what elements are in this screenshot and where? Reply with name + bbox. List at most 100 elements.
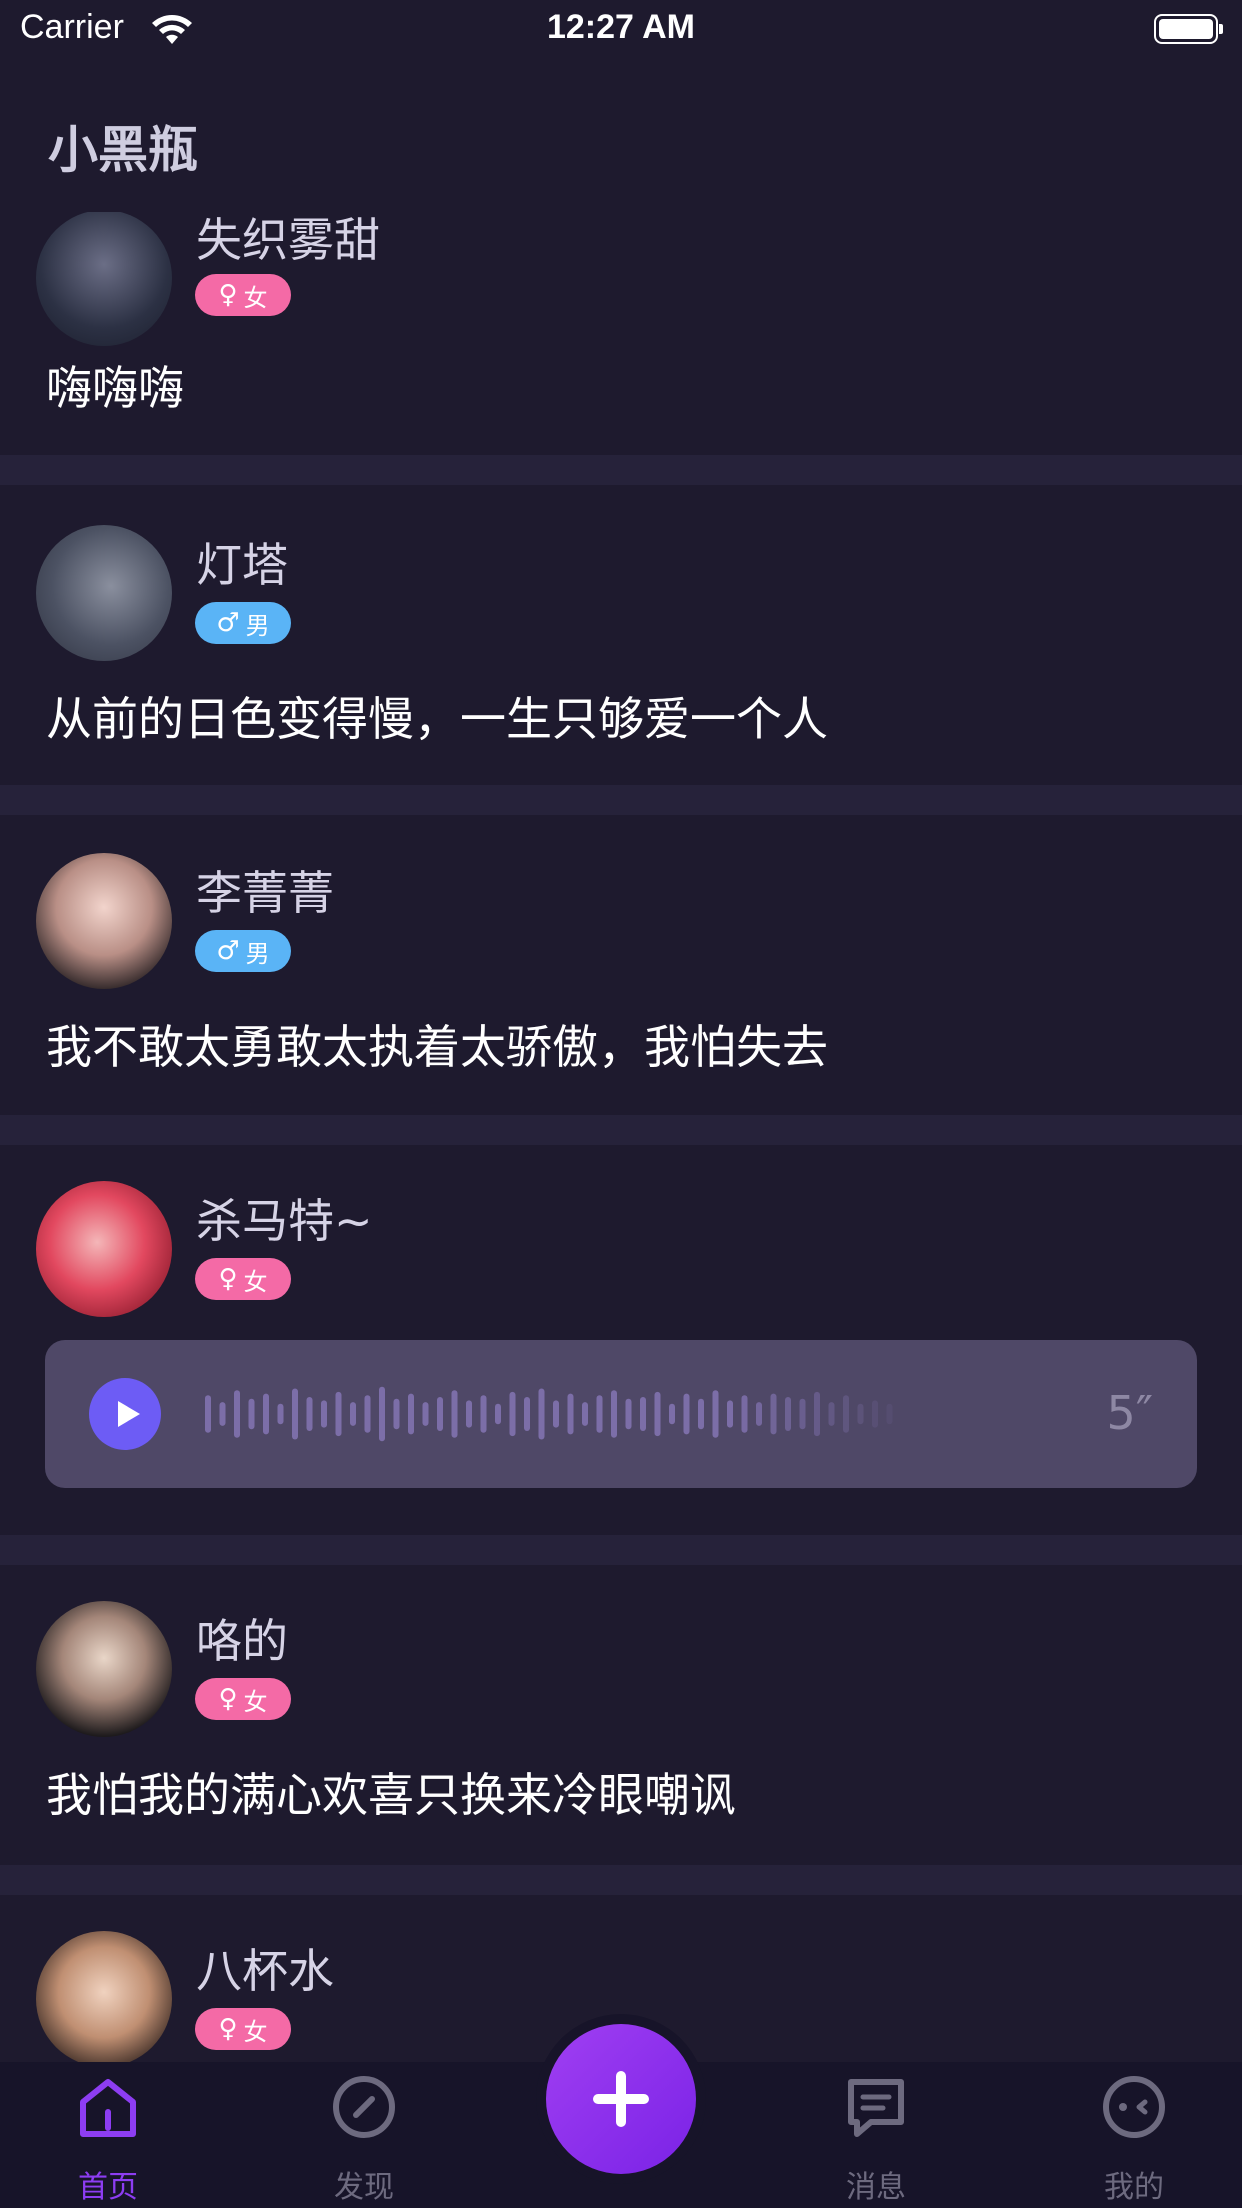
post-text: 我不敢太勇敢太执着太骄傲，我怕失去 xyxy=(46,1020,828,1074)
waveform-bar xyxy=(886,1403,893,1425)
clock: 12:27 AM xyxy=(546,8,696,46)
divider xyxy=(0,1115,1242,1145)
username[interactable]: 失织雾甜 xyxy=(196,204,380,270)
female-icon: ♀ xyxy=(218,2014,238,2044)
female-icon: ♀ xyxy=(218,280,238,310)
waveform xyxy=(205,1386,893,1442)
waveform-bar xyxy=(611,1390,617,1438)
voice-duration: 5″ xyxy=(1106,1386,1153,1440)
waveform-bar xyxy=(219,1402,226,1426)
gender-badge: ♀ 女 xyxy=(195,2008,291,2050)
waveform-bar xyxy=(509,1391,516,1437)
plus-icon xyxy=(593,2071,649,2127)
gender-label: 女 xyxy=(243,283,268,312)
battery-icon xyxy=(1154,14,1223,44)
post-feed[interactable]: 失织雾甜 ♀ 女 嗨嗨嗨 灯塔 ♂ 男 从前的日色变得慢，一生只够爱一个人 李菁… xyxy=(0,0,1242,2208)
waveform-bar xyxy=(872,1400,878,1428)
voice-message[interactable]: 5″ xyxy=(45,1340,1197,1488)
tab-messages[interactable]: 消息 xyxy=(776,2062,976,2208)
waveform-bar xyxy=(582,1402,588,1426)
post-card[interactable]: 咯的 ♀ 女 我怕我的满心欢喜只换来冷眼嘲讽 xyxy=(0,1565,1242,1865)
waveform-bar xyxy=(712,1390,719,1438)
waveform-bar xyxy=(683,1393,690,1435)
waveform-bar xyxy=(785,1397,791,1431)
post-card[interactable]: 杀马特~ ♀ 女 5″ xyxy=(0,1145,1242,1535)
waveform-bar xyxy=(335,1391,342,1437)
tab-profile[interactable]: 我的 xyxy=(1034,2062,1234,2208)
avatar[interactable] xyxy=(36,1601,172,1737)
tab-label: 消息 xyxy=(846,2170,906,2205)
tab-discover[interactable]: 发现 xyxy=(264,2062,464,2208)
avatar[interactable] xyxy=(36,525,172,661)
username[interactable]: 杀马特~ xyxy=(196,1185,373,1251)
tab-home[interactable]: 首页 xyxy=(8,2062,208,2208)
username[interactable]: 咯的 xyxy=(196,1605,288,1671)
gender-label: 男 xyxy=(245,611,270,640)
gender-badge: ♀ 女 xyxy=(195,274,291,316)
waveform-bar xyxy=(625,1398,632,1430)
post-text: 嗨嗨嗨 xyxy=(46,361,184,415)
waveform-bar xyxy=(364,1395,371,1433)
waveform-bar xyxy=(567,1393,574,1435)
waveform-bar xyxy=(277,1403,284,1425)
waveform-bar xyxy=(770,1393,777,1435)
avatar[interactable] xyxy=(36,1181,172,1317)
waveform-bar xyxy=(669,1403,675,1425)
username[interactable]: 八杯水 xyxy=(196,1935,334,2001)
waveform-bar xyxy=(756,1402,762,1426)
waveform-bar xyxy=(654,1391,661,1437)
status-bar: Carrier 12:27 AM xyxy=(0,0,1242,62)
avatar[interactable] xyxy=(36,1931,172,2067)
tab-label: 我的 xyxy=(1104,2170,1164,2205)
post-text: 我怕我的满心欢喜只换来冷眼嘲讽 xyxy=(46,1768,736,1822)
gender-label: 女 xyxy=(243,1687,268,1716)
username[interactable]: 李菁菁 xyxy=(196,857,334,923)
gender-label: 女 xyxy=(243,1267,268,1296)
waveform-bar xyxy=(408,1393,414,1435)
compass-icon xyxy=(333,2076,395,2138)
waveform-bar xyxy=(828,1402,835,1426)
gender-badge: ♀ 女 xyxy=(195,1678,291,1720)
waveform-bar xyxy=(538,1388,545,1440)
female-icon: ♀ xyxy=(218,1264,238,1294)
post-card[interactable]: 李菁菁 ♂ 男 我不敢太勇敢太执着太骄傲，我怕失去 xyxy=(0,815,1242,1115)
waveform-bar xyxy=(524,1397,530,1431)
waveform-bar xyxy=(741,1395,748,1433)
waveform-bar xyxy=(205,1395,211,1433)
waveform-bar xyxy=(698,1398,704,1430)
waveform-bar xyxy=(857,1403,864,1425)
waveform-bar xyxy=(727,1400,733,1428)
avatar[interactable] xyxy=(36,853,172,989)
gender-label: 男 xyxy=(245,939,270,968)
username[interactable]: 灯塔 xyxy=(196,529,288,595)
waveform-bar xyxy=(466,1400,472,1428)
waveform-bar xyxy=(553,1400,559,1428)
waveform-bar xyxy=(799,1398,806,1430)
waveform-bar xyxy=(437,1397,443,1431)
waveform-bar xyxy=(292,1388,298,1440)
gender-label: 女 xyxy=(243,2017,268,2046)
waveform-bar xyxy=(350,1402,356,1426)
post-card[interactable]: 灯塔 ♂ 男 从前的日色变得慢，一生只够爱一个人 xyxy=(0,485,1242,785)
waveform-bar xyxy=(843,1395,849,1433)
gender-badge: ♀ 女 xyxy=(195,1258,291,1300)
male-icon: ♂ xyxy=(216,936,240,966)
divider xyxy=(0,1535,1242,1565)
male-icon: ♂ xyxy=(216,608,240,638)
create-post-button[interactable] xyxy=(546,2024,696,2174)
waveform-bar xyxy=(263,1393,269,1435)
waveform-bar xyxy=(640,1397,646,1431)
female-icon: ♀ xyxy=(218,1684,238,1714)
play-icon[interactable] xyxy=(89,1378,161,1450)
waveform-bar xyxy=(422,1402,429,1426)
waveform-bar xyxy=(480,1395,487,1433)
gender-badge: ♂ 男 xyxy=(195,930,291,972)
waveform-bar xyxy=(306,1397,313,1431)
divider xyxy=(0,455,1242,485)
waveform-bar xyxy=(321,1400,327,1428)
avatar[interactable] xyxy=(36,210,172,346)
post-text: 从前的日色变得慢，一生只够爱一个人 xyxy=(46,692,828,746)
gender-badge: ♂ 男 xyxy=(195,602,291,644)
divider xyxy=(0,785,1242,815)
tab-label: 首页 xyxy=(78,2170,138,2205)
